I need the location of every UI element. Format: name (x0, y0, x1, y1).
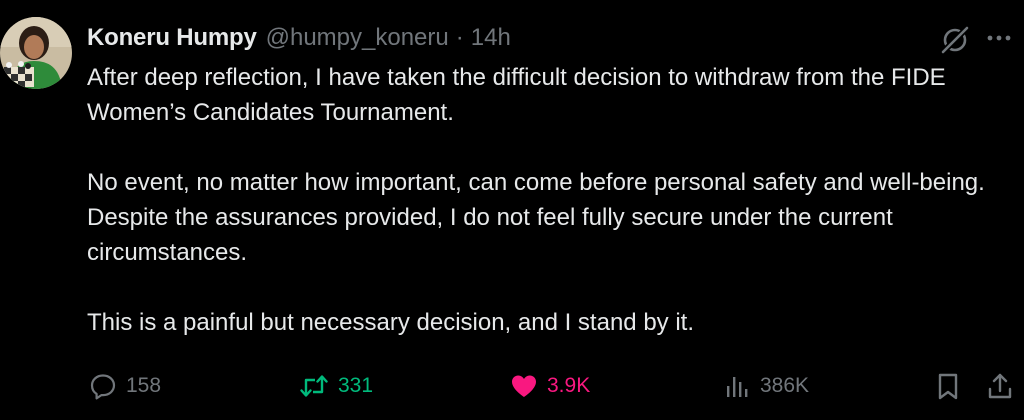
like-count: 3.9K (547, 374, 591, 397)
bookmark-icon (938, 373, 958, 400)
share-button[interactable] (985, 368, 1015, 404)
tweet-text: After deep reflection, I have taken the … (87, 60, 1012, 340)
reply-count: 158 (126, 374, 162, 397)
repost-button[interactable]: 331 (298, 368, 373, 404)
avatar[interactable] (0, 17, 72, 89)
tweet-header: Koneru Humpy @humpy_koneru · 14h (87, 22, 511, 54)
grok-icon[interactable] (938, 22, 972, 56)
header-separator: · (455, 24, 464, 51)
avatar-image (0, 17, 72, 89)
like-button[interactable]: 3.9K (509, 368, 590, 404)
views-count: 386K (760, 374, 810, 397)
views-button[interactable]: 386K (722, 368, 809, 404)
author-handle[interactable]: @humpy_koneru (266, 24, 449, 52)
author-name[interactable]: Koneru Humpy (87, 24, 257, 52)
bookmark-button[interactable] (934, 368, 962, 404)
tweet-paragraph: After deep reflection, I have taken the … (87, 64, 946, 126)
tweet: Koneru Humpy @humpy_koneru · 14h After d… (0, 0, 1024, 420)
repost-icon (300, 375, 328, 397)
heart-icon (512, 375, 536, 397)
reply-button[interactable]: 158 (88, 368, 161, 404)
tweet-paragraph: No event, no matter how important, can c… (87, 169, 985, 266)
timestamp[interactable]: 14h (471, 24, 511, 52)
views-icon (727, 377, 748, 397)
tweet-paragraph: This is a painful but necessary decision… (87, 309, 694, 336)
more-icon[interactable] (985, 27, 1013, 49)
action-bar: 158 331 3.9K 386K (0, 368, 1024, 404)
share-icon (988, 373, 1012, 399)
repost-count: 331 (338, 374, 374, 397)
reply-icon (90, 374, 116, 400)
